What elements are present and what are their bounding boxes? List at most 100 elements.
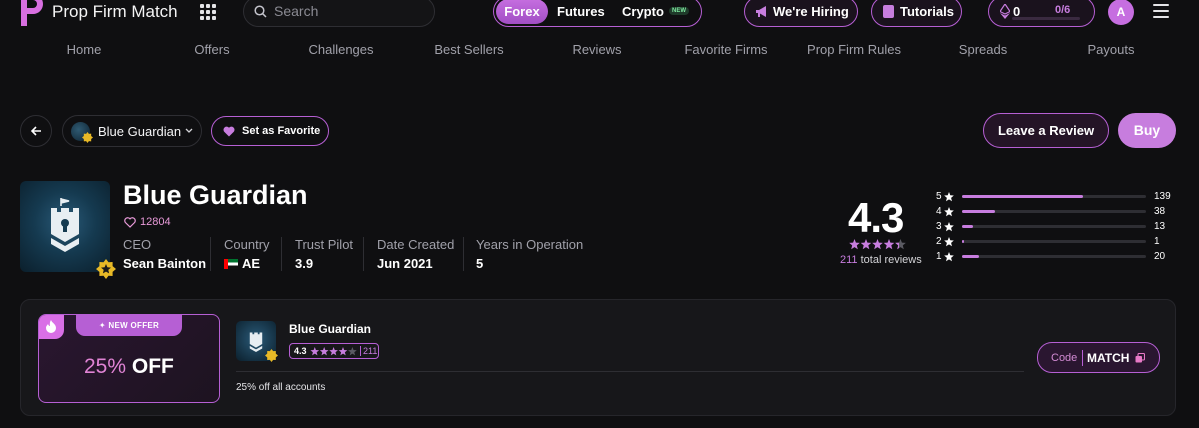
discount-percent: 25%	[84, 355, 127, 378]
code-value: MATCH	[1087, 351, 1130, 365]
nav-item-payouts[interactable]: Payouts	[1088, 42, 1135, 57]
rating-stars-icon	[310, 347, 357, 356]
offer-description: 25% off all accounts	[236, 382, 326, 393]
nav-item-offers[interactable]: Offers	[194, 42, 229, 57]
copy-code-button[interactable]: Code MATCH	[1037, 342, 1160, 373]
fire-icon	[46, 320, 56, 333]
rating-row-2: 21	[936, 236, 1176, 248]
discount-off: OFF	[131, 355, 174, 378]
nav-item-home[interactable]: Home	[67, 42, 102, 57]
detail-years-in-operation: Years in Operation 5	[476, 237, 583, 273]
divider	[210, 237, 211, 271]
rating-row-stars: 5	[936, 191, 942, 202]
rating-row-count: 1	[1154, 236, 1160, 247]
firm-selector[interactable]: Blue Guardian	[62, 115, 202, 147]
divider	[363, 237, 364, 271]
nav-item-best-sellers[interactable]: Best Sellers	[434, 42, 503, 57]
leave-review-button[interactable]: Leave a Review	[983, 113, 1109, 148]
detail-label: Country	[224, 237, 270, 252]
buy-label: Buy	[1133, 122, 1161, 138]
total-reviews-suffix: total reviews	[860, 254, 922, 266]
set-favorite-button[interactable]: Set as Favorite	[211, 116, 329, 146]
search-icon	[254, 5, 267, 18]
nav-item-challenges[interactable]: Challenges	[308, 42, 373, 57]
rating-row-count: 13	[1154, 221, 1166, 232]
rating-row-stars: 2	[936, 236, 942, 247]
hamburger-menu-icon[interactable]	[1153, 4, 1169, 18]
market-switcher: Forex Futures Crypto NEW	[493, 0, 702, 27]
back-button[interactable]	[20, 115, 52, 147]
favorite-label: Set as Favorite	[242, 125, 321, 137]
divider	[1082, 350, 1083, 366]
search-box[interactable]	[243, 0, 435, 27]
detail-value: AE	[242, 256, 261, 271]
rating-row-stars: 3	[936, 221, 942, 232]
rating-row-stars: 1	[936, 251, 942, 262]
nav-item-reviews[interactable]: Reviews	[572, 42, 621, 57]
discount-text: 25% OFF	[84, 355, 174, 379]
rating-row-bar	[962, 210, 1146, 213]
hiring-label: We're Hiring	[773, 4, 849, 19]
detail-label: CEO	[123, 237, 152, 252]
hiring-button[interactable]: We're Hiring	[744, 0, 858, 27]
nav-item-prop-firm-rules[interactable]: Prop Firm Rules	[807, 42, 901, 57]
buy-button[interactable]: Buy	[1118, 113, 1176, 148]
book-icon	[883, 5, 894, 18]
rating-row-count: 38	[1154, 206, 1166, 217]
detail-value: Sean Bainton	[123, 256, 207, 271]
offer-rating-pill: 4.3 211	[289, 343, 379, 359]
market-tab-forex[interactable]: Forex	[496, 0, 548, 24]
heart-icon	[223, 126, 235, 137]
detail-label: Date Created	[377, 237, 455, 252]
divider	[236, 371, 1024, 372]
total-reviews: 211 total reviews	[840, 254, 922, 266]
points-widget[interactable]: 0 0/6	[988, 0, 1095, 27]
rating-row-fill	[962, 210, 996, 213]
market-tab-futures[interactable]: Futures	[557, 4, 605, 19]
offer-review-count: 211	[363, 346, 378, 356]
total-reviews-count: 211	[840, 254, 858, 266]
verified-badge-icon	[265, 349, 278, 362]
detail-date-created: Date Created Jun 2021	[377, 237, 454, 273]
review-label: Leave a Review	[997, 123, 1095, 138]
rating-row-fill	[962, 225, 974, 228]
nav-item-spreads[interactable]: Spreads	[959, 42, 1007, 57]
likes-value: 12804	[140, 216, 171, 228]
new-badge: NEW	[669, 7, 689, 15]
detail-ceo: CEO Sean Bainton	[123, 237, 206, 273]
rating-row-bar	[962, 255, 1146, 258]
new-offer-tag: ✦ NEW OFFER	[76, 315, 182, 336]
detail-label: Years in Operation	[476, 237, 584, 252]
megaphone-icon	[756, 6, 766, 17]
nav-item-favorite-firms[interactable]: Favorite Firms	[684, 42, 767, 57]
ethereum-icon	[1000, 4, 1010, 19]
detail-value: Jun 2021	[377, 256, 433, 271]
rating-row-bar	[962, 195, 1146, 198]
user-avatar[interactable]: A	[1108, 0, 1134, 25]
star-icon	[944, 192, 954, 202]
rating-row-bar	[962, 240, 1146, 243]
tutorials-label: Tutorials	[900, 4, 954, 19]
search-input[interactable]	[274, 3, 424, 19]
apps-grid-icon[interactable]	[200, 4, 216, 20]
detail-label: Trust Pilot	[295, 237, 354, 252]
star-icon	[944, 207, 954, 217]
rating-row-4: 4 38	[936, 206, 1176, 218]
offer-discount-box[interactable]: ✦ NEW OFFER 25% OFF	[38, 314, 220, 403]
top-bar: Prop Firm Match Forex Futures Crypto NEW…	[0, 0, 1199, 28]
rating-row-fill	[962, 255, 979, 258]
rating-row-count: 139	[1154, 191, 1171, 202]
offer-firm-name[interactable]: Blue Guardian	[289, 322, 371, 336]
detail-country: Country AE	[224, 237, 270, 273]
brand-logo-icon[interactable]	[19, 0, 45, 26]
verified-badge-icon	[96, 259, 116, 279]
market-tab-crypto[interactable]: Crypto	[622, 4, 664, 19]
brand-name[interactable]: Prop Firm Match	[52, 2, 178, 22]
rating-row-bar	[962, 225, 1146, 228]
rating-stars-icon	[849, 239, 906, 250]
tutorials-button[interactable]: Tutorials	[871, 0, 962, 27]
rating-row-5: 5 139	[936, 191, 1176, 203]
overall-rating-score: 4.3	[848, 194, 904, 241]
castle-shield-icon	[51, 198, 79, 252]
main-nav: Home Offers Challenges Best Sellers Revi…	[0, 42, 1199, 60]
